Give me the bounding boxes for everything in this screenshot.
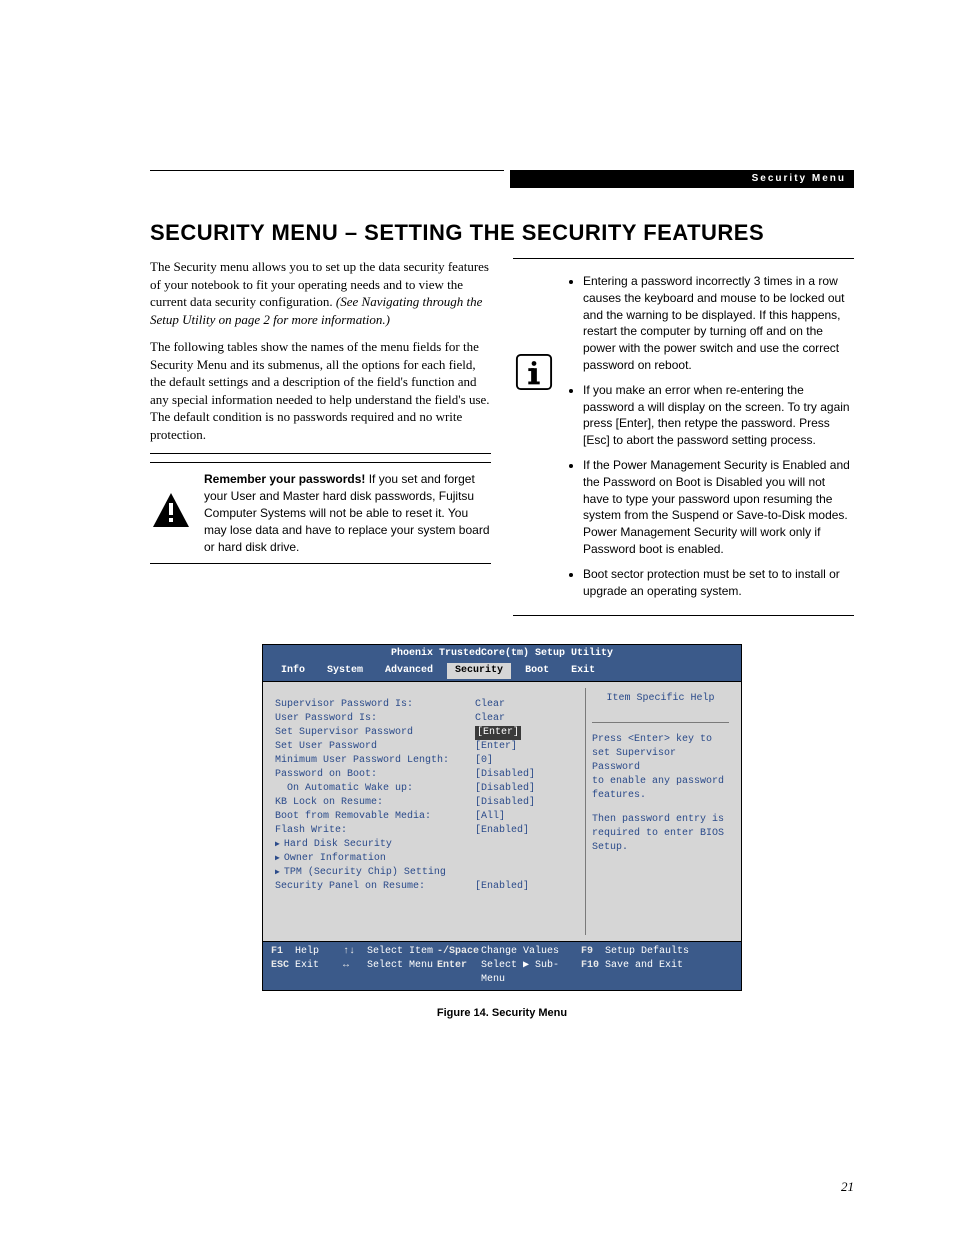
- bios-field-label: Owner Information: [275, 852, 475, 866]
- footer-desc: Save and Exit: [605, 959, 733, 987]
- bios-field-row[interactable]: On Automatic Wake up:[Disabled]: [275, 782, 573, 796]
- bios-field-label: Security Panel on Resume:: [275, 880, 475, 894]
- bios-field-value: [Enter]: [475, 740, 517, 754]
- bios-field-label: Minimum User Password Length:: [275, 754, 475, 768]
- bios-field-label: On Automatic Wake up:: [275, 782, 475, 796]
- bios-field-row[interactable]: Flash Write:[Enabled]: [275, 824, 573, 838]
- bios-help-line: Press <Enter> key to: [592, 733, 729, 747]
- bios-field-label: Set Supervisor Password: [275, 726, 475, 740]
- info-item-2: If you make an error when re-entering th…: [583, 382, 854, 449]
- bios-screenshot: Phoenix TrustedCore(tm) Setup Utility In…: [262, 644, 742, 991]
- figure-caption: Figure 14. Security Menu: [262, 1007, 742, 1019]
- info-item-1: Entering a password incorrectly 3 times …: [583, 273, 854, 374]
- bios-field-row[interactable]: KB Lock on Resume:[Disabled]: [275, 796, 573, 810]
- bios-field-label: Set User Password: [275, 740, 475, 754]
- bios-utility-title: Phoenix TrustedCore(tm) Setup Utility: [263, 645, 741, 663]
- bios-help-line: Then password entry is: [592, 813, 729, 827]
- bios-field-row[interactable]: Hard Disk Security: [275, 838, 573, 852]
- bios-field-value: [Enabled]: [475, 880, 529, 894]
- bios-field-value: [Enter]: [475, 726, 521, 740]
- bios-field-value: [0]: [475, 754, 493, 768]
- bios-tab-security[interactable]: Security: [447, 663, 511, 679]
- footer-key: F1: [271, 945, 295, 959]
- info-item-3: If the Power Management Security is Enab…: [583, 457, 854, 558]
- info-list: Entering a password incorrectly 3 times …: [567, 273, 854, 607]
- bios-help-line: features.: [592, 789, 729, 803]
- header-rule: [150, 170, 504, 171]
- footer-desc: Setup Defaults: [605, 945, 733, 959]
- warning-callout: Remember your passwords! If you set and …: [150, 462, 491, 564]
- bios-tab-bar: Info System Advanced Security Boot Exit: [263, 663, 741, 681]
- bios-footer: F1Help ↑↓Select Item -/SpaceChange Value…: [263, 941, 741, 990]
- info-item-4: Boot sector protection must be set to to…: [583, 566, 854, 600]
- footer-key: ESC: [271, 959, 295, 987]
- bios-field-value: [Disabled]: [475, 782, 535, 796]
- footer-key: ↑↓: [343, 945, 367, 959]
- bios-field-row[interactable]: Boot from Removable Media:[All]: [275, 810, 573, 824]
- bios-help-line: to enable any password: [592, 775, 729, 789]
- page-title: SECURITY MENU – SETTING THE SECURITY FEA…: [150, 220, 854, 246]
- bios-field-label: Password on Boot:: [275, 768, 475, 782]
- bios-field-row[interactable]: Minimum User Password Length:[0]: [275, 754, 573, 768]
- bios-help-panel: Item Specific Help Press <Enter> key to …: [585, 688, 735, 935]
- bios-field-row[interactable]: Security Panel on Resume:[Enabled]: [275, 880, 573, 894]
- footer-key: ↔: [343, 959, 367, 987]
- bios-field-row[interactable]: Password on Boot:[Disabled]: [275, 768, 573, 782]
- bios-field-value: [All]: [475, 810, 505, 824]
- footer-key: F10: [581, 959, 605, 987]
- footer-key: F9: [581, 945, 605, 959]
- bios-help-title: Item Specific Help: [592, 692, 729, 723]
- bios-help-line: required to enter BIOS: [592, 827, 729, 841]
- header-band: Security Menu: [510, 170, 854, 188]
- bios-field-row[interactable]: Owner Information: [275, 852, 573, 866]
- footer-desc: Exit: [295, 959, 343, 987]
- bios-field-value: Clear: [475, 712, 505, 726]
- bios-field-label: User Password Is:: [275, 712, 475, 726]
- warning-text: Remember your passwords! If you set and …: [204, 471, 491, 555]
- bios-field-row[interactable]: Set Supervisor Password[Enter]: [275, 726, 573, 740]
- intro-paragraph-2: The following tables show the names of t…: [150, 338, 491, 443]
- bios-field-label: Supervisor Password Is:: [275, 698, 475, 712]
- bios-field-row[interactable]: User Password Is:Clear: [275, 712, 573, 726]
- bios-field-value: Clear: [475, 698, 505, 712]
- bios-field-value: [Disabled]: [475, 768, 535, 782]
- bios-field-value: [Disabled]: [475, 796, 535, 810]
- bios-tab-advanced[interactable]: Advanced: [377, 663, 441, 679]
- footer-desc: Select Item: [367, 945, 437, 959]
- bios-field-value: [Enabled]: [475, 824, 529, 838]
- footer-desc: Select Menu: [367, 959, 437, 987]
- bios-field-label: KB Lock on Resume:: [275, 796, 475, 810]
- footer-desc: Select ▶ Sub-Menu: [481, 959, 581, 987]
- bios-help-line: set Supervisor Password: [592, 747, 729, 775]
- bios-tab-info[interactable]: Info: [273, 663, 313, 679]
- bios-field-row[interactable]: Supervisor Password Is:Clear: [275, 698, 573, 712]
- bios-field-label: TPM (Security Chip) Setting: [275, 866, 475, 880]
- intro-paragraph-1: The Security menu allows you to set up t…: [150, 258, 491, 328]
- bios-tab-exit[interactable]: Exit: [563, 663, 603, 679]
- bios-tab-system[interactable]: System: [319, 663, 371, 679]
- bios-field-row[interactable]: TPM (Security Chip) Setting: [275, 866, 573, 880]
- bios-field-row[interactable]: Set User Password[Enter]: [275, 740, 573, 754]
- bios-help-line: Setup.: [592, 841, 729, 855]
- bios-main-panel: Supervisor Password Is:ClearUser Passwor…: [269, 688, 579, 935]
- bios-field-label: Flash Write:: [275, 824, 475, 838]
- warning-strong: Remember your passwords!: [204, 472, 365, 486]
- footer-desc: Help: [295, 945, 343, 959]
- bios-tab-boot[interactable]: Boot: [517, 663, 557, 679]
- footer-desc: Change Values: [481, 945, 581, 959]
- info-callout: Entering a password incorrectly 3 times …: [513, 273, 854, 616]
- bios-field-label: Boot from Removable Media:: [275, 810, 475, 824]
- footer-key: Enter: [437, 959, 481, 987]
- warning-icon: [150, 471, 192, 531]
- page-number: 21: [841, 1179, 854, 1195]
- info-icon: [513, 273, 555, 391]
- paragraph-rule: [150, 453, 491, 454]
- bios-field-label: Hard Disk Security: [275, 838, 475, 852]
- footer-key: -/Space: [437, 945, 481, 959]
